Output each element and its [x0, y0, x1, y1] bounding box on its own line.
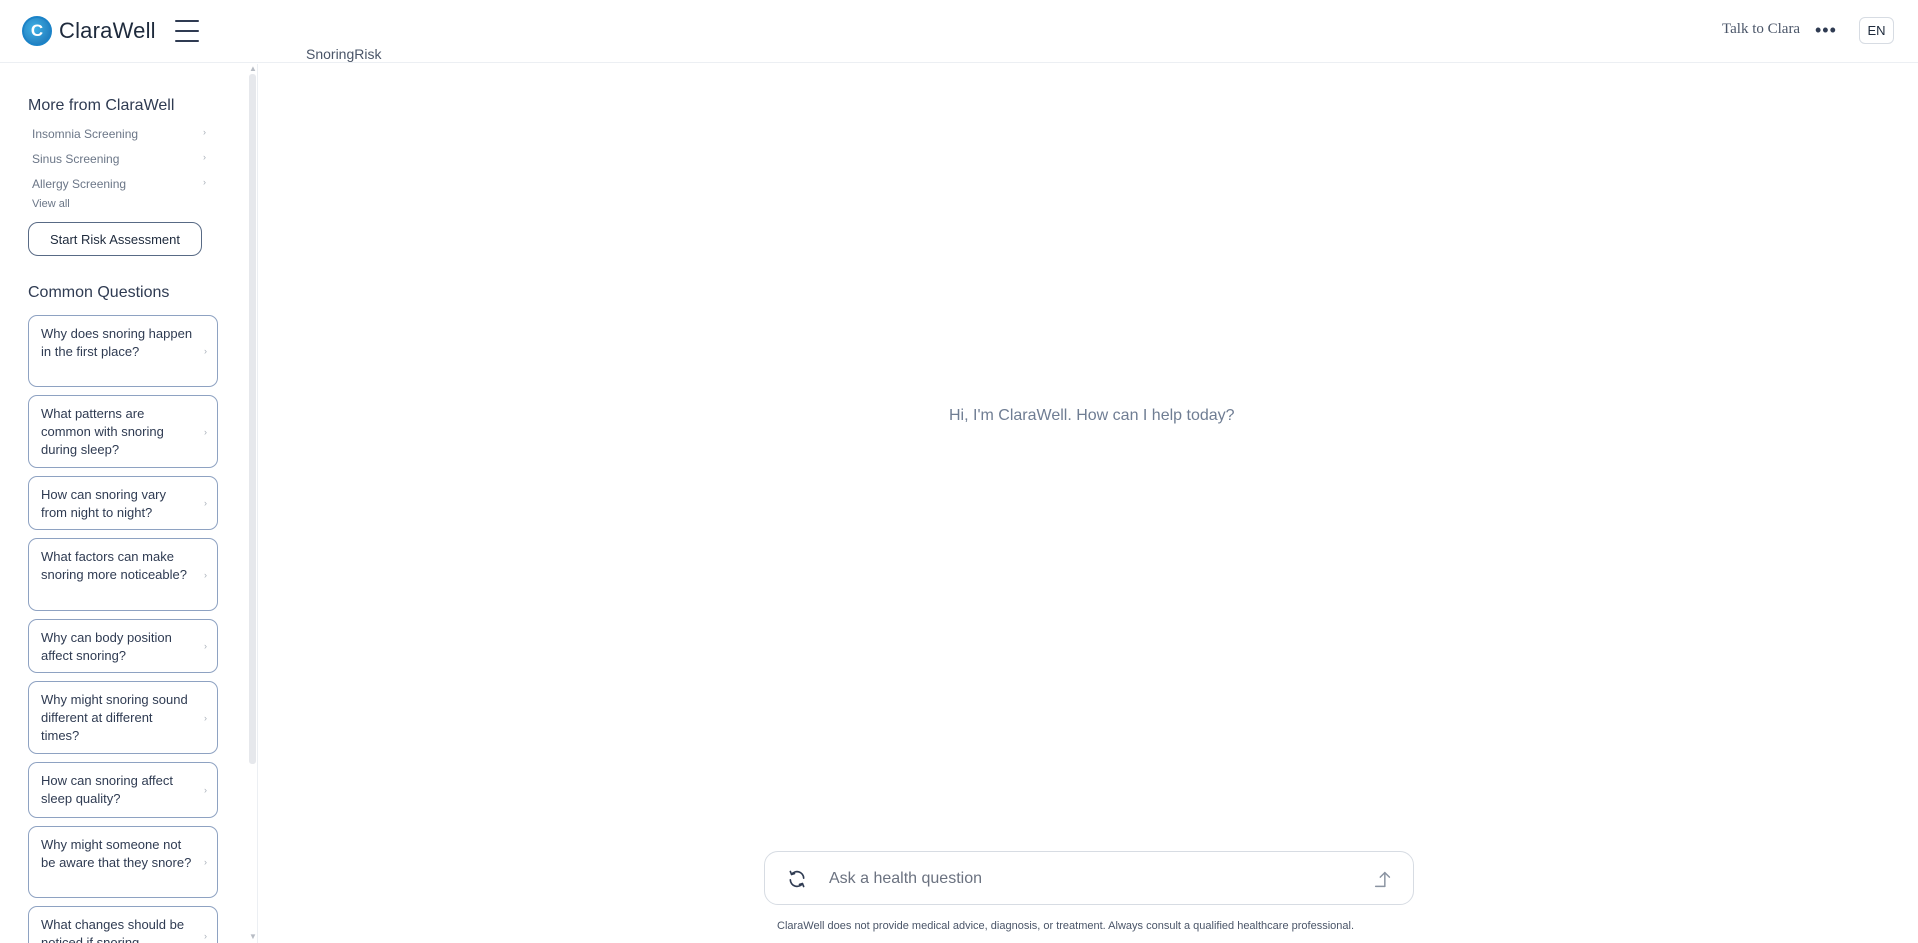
medical-disclaimer: ClaraWell does not provide medical advic… — [777, 920, 1354, 932]
scroll-down-arrow-icon[interactable]: ▼ — [249, 932, 257, 941]
send-arrow-icon[interactable] — [1372, 868, 1394, 890]
logo-icon: C — [22, 16, 52, 46]
sidebar-link-label: Insomnia Screening — [32, 127, 139, 141]
chevron-right-icon: › — [204, 712, 207, 723]
question-label: How can snoring vary from night to night… — [41, 487, 166, 520]
brand-logo[interactable]: C ClaraWell — [22, 16, 156, 46]
chevron-right-icon: › — [204, 426, 207, 437]
chevron-right-icon: › — [203, 152, 206, 162]
top-header: C ClaraWell SnoringRisk Talk to Clara ••… — [0, 0, 1918, 63]
brand-name: ClaraWell — [59, 18, 156, 43]
question-card[interactable]: Why does snoring happen in the first pla… — [28, 315, 218, 387]
chevron-right-icon: › — [204, 641, 207, 651]
question-label: Why might someone not be aware that they… — [41, 837, 192, 870]
question-label: Why might snoring sound different at dif… — [41, 692, 188, 743]
chevron-right-icon: › — [204, 857, 207, 867]
chevron-right-icon: › — [204, 785, 207, 795]
chevron-right-icon: › — [203, 177, 206, 187]
question-card[interactable]: How can snoring vary from night to night… — [28, 476, 218, 530]
health-question-input[interactable] — [829, 864, 1349, 894]
question-label: Why can body position affect snoring? — [41, 630, 172, 663]
sidebar-link-label: Sinus Screening — [32, 152, 120, 166]
question-label: What factors can make snoring more notic… — [41, 549, 187, 582]
question-label: Why does snoring happen in the first pla… — [41, 326, 193, 359]
chat-input-box — [764, 851, 1414, 905]
question-card[interactable]: What changes should be noticed if snorin… — [28, 906, 218, 943]
question-card[interactable]: What patterns are common with snoring du… — [28, 395, 218, 468]
question-label: What changes should be noticed if snorin… — [41, 917, 185, 943]
question-card[interactable]: Why might snoring sound different at dif… — [28, 681, 218, 754]
question-label: What patterns are common with snoring du… — [41, 406, 164, 457]
sidebar-link-insomnia[interactable]: Insomnia Screening › — [32, 127, 206, 141]
question-card[interactable]: What factors can make snoring more notic… — [28, 538, 218, 611]
sidebar-link-label: Allergy Screening — [32, 177, 127, 191]
chevron-right-icon: › — [204, 569, 207, 580]
question-card[interactable]: Why might someone not be aware that they… — [28, 826, 218, 898]
welcome-greeting: Hi, I'm ClaraWell. How can I help today? — [949, 407, 1235, 424]
scroll-up-arrow-icon[interactable]: ▲ — [249, 64, 257, 73]
refresh-icon[interactable] — [787, 869, 807, 889]
chevron-right-icon: › — [203, 127, 206, 137]
chevron-right-icon: › — [204, 931, 207, 941]
page-title: SnoringRisk — [306, 46, 382, 62]
question-label: How can snoring affect sleep quality? — [41, 773, 173, 806]
view-all-link[interactable]: View all — [32, 198, 70, 210]
start-risk-assessment-button[interactable]: Start Risk Assessment — [28, 222, 202, 256]
question-card[interactable]: Why can body position affect snoring? › — [28, 619, 218, 673]
talk-to-clara-link[interactable]: Talk to Clara — [1722, 21, 1800, 38]
chevron-right-icon: › — [204, 346, 207, 356]
common-questions-title: Common Questions — [28, 284, 170, 301]
sidebar-link-allergy[interactable]: Allergy Screening › — [32, 177, 206, 191]
more-from-title: More from ClaraWell — [28, 97, 175, 114]
language-selector[interactable]: EN — [1859, 17, 1894, 44]
question-card[interactable]: How can snoring affect sleep quality? › — [28, 762, 218, 818]
more-options-icon[interactable]: ••• — [1815, 20, 1837, 40]
chevron-right-icon: › — [204, 498, 207, 508]
sidebar-scrollbar[interactable] — [249, 74, 256, 764]
sidebar: ▲ ▼ More from ClaraWell Insomnia Screeni… — [0, 64, 258, 943]
hamburger-menu-icon[interactable] — [175, 20, 199, 42]
sidebar-link-sinus[interactable]: Sinus Screening › — [32, 152, 206, 166]
